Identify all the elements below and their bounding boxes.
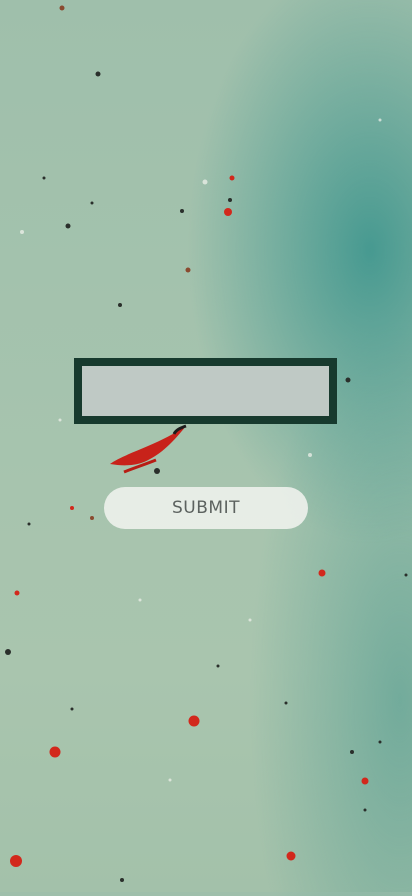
text-input[interactable] <box>74 358 337 424</box>
speckle-decoration <box>5 5 408 882</box>
background-texture <box>0 0 412 892</box>
submit-button[interactable]: SUBMIT <box>104 487 308 529</box>
red-petal-decoration <box>110 424 187 474</box>
